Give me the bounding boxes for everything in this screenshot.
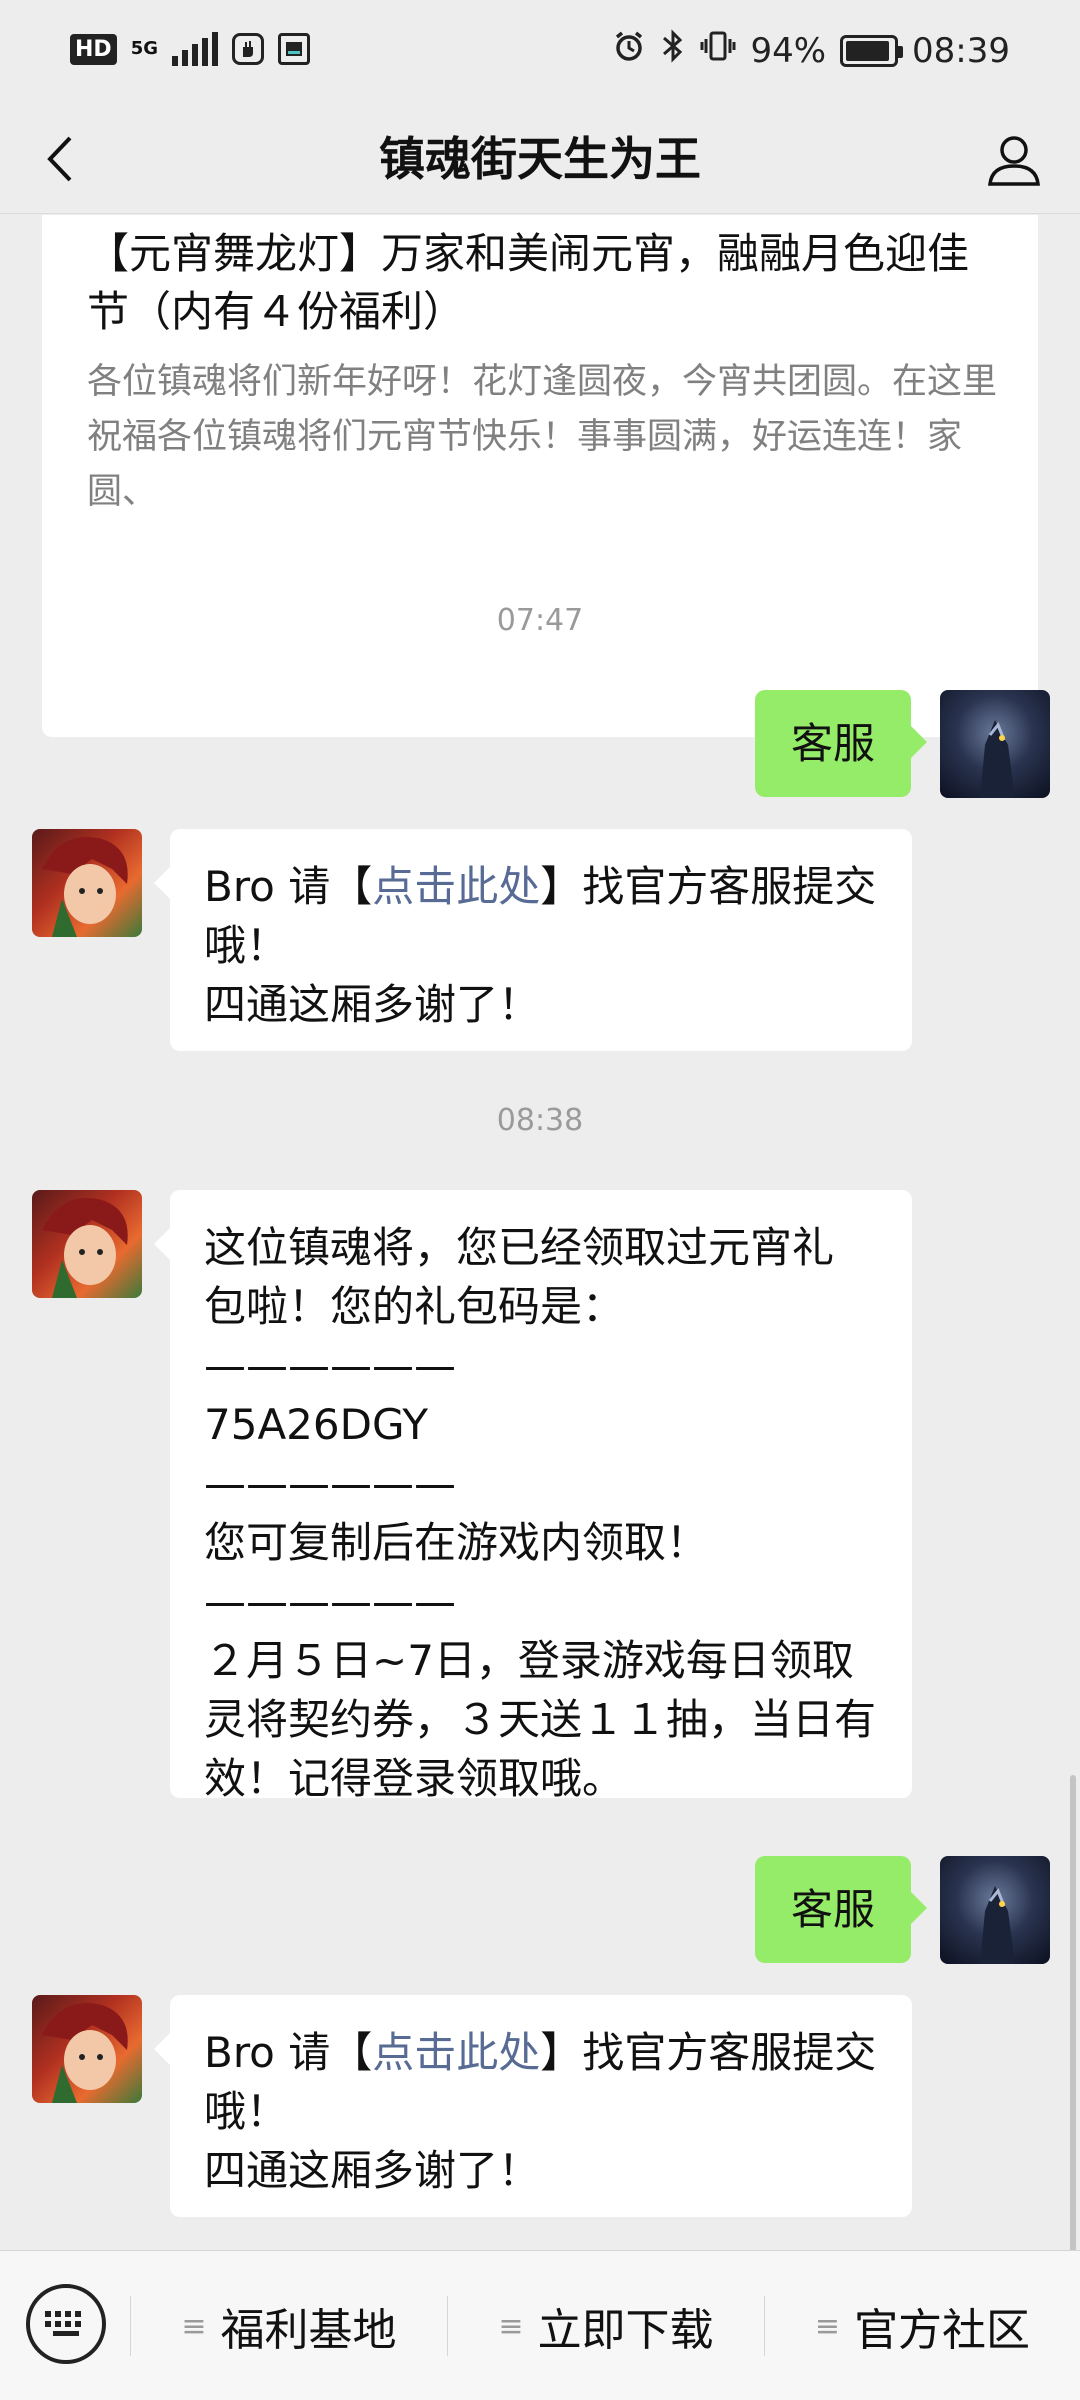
bot-avatar-art: [42, 837, 128, 937]
menu-list-icon: ≡: [498, 2308, 524, 2344]
menu-list-icon: ≡: [181, 2308, 207, 2344]
battery-percent: 94%: [750, 30, 827, 71]
status-bar: HD 5G 94% 08:39: [0, 0, 1080, 104]
article-digest: 各位镇魂将们新年好呀！花灯逢圆夜，今宵共团圆。在这里祝福各位镇魂将们元宵节快乐！…: [87, 362, 998, 512]
title-bar: 镇魂街天生为王: [0, 104, 1080, 214]
status-left: HD 5G: [70, 32, 310, 66]
msg-divider-line: ——————: [204, 1459, 456, 1508]
page-title: 镇魂街天生为王: [379, 132, 701, 186]
hand-icon: [232, 33, 264, 65]
official-account-avatar[interactable]: [32, 829, 142, 937]
menu-item-community[interactable]: ≡ 官方社区: [765, 2251, 1080, 2400]
timestamp: 08:38: [496, 1103, 584, 1138]
msg-line: 效！记得登录领取哦。: [204, 1754, 625, 1803]
article-card[interactable]: 【元宵舞龙灯】万家和美闹元宵，融融月色迎佳节（内有４份福利） 各位镇魂将们新年好…: [42, 215, 1038, 737]
menu-item-welfare[interactable]: ≡ 福利基地: [131, 2251, 447, 2400]
msg-text: 四通这厢多谢了！: [204, 980, 541, 1029]
msg-divider-line: ——————: [204, 1341, 456, 1390]
msg-divider-line: ——————: [204, 1577, 456, 1626]
vibrate-icon: [700, 28, 736, 73]
article-title: 【元宵舞龙灯】万家和美闹元宵，融融月色迎佳节（内有４份福利）: [87, 229, 970, 336]
menu-list-icon: ≡: [814, 2308, 841, 2344]
battery-icon: [840, 34, 904, 67]
official-account-avatar[interactable]: [32, 1995, 142, 2103]
customer-service-link[interactable]: 点击此处: [372, 2028, 540, 2077]
hd-badge: HD: [70, 33, 117, 65]
menu-item-label: 福利基地: [220, 2305, 397, 2356]
alarm-icon: [612, 29, 646, 72]
my-avatar[interactable]: [940, 1856, 1050, 1964]
msg-line: 灵将契约券，３天送１１抽，当日有: [204, 1695, 877, 1744]
menu-item-label: 官方社区: [854, 2305, 1031, 2356]
msg-line: 您可复制后在游戏内领取！: [204, 1518, 709, 1567]
bot-message-bubble[interactable]: Bro 请【点击此处】找官方客服提交哦！ 四通这厢多谢了！: [154, 829, 912, 1051]
timestamp: 07:47: [496, 603, 584, 638]
bottom-menu-bar: ≡ 福利基地 ≡ 立即下载 ≡ 官方社区: [0, 2250, 1080, 2400]
msg-line: 这位镇魂将，您已经领取过元宵礼: [204, 1223, 835, 1272]
my-avatar-art: [980, 720, 1015, 798]
profile-button[interactable]: [976, 122, 1052, 198]
person-icon: [988, 136, 1040, 186]
customer-service-link[interactable]: 点击此处: [372, 862, 540, 911]
my-message-bubble[interactable]: 客服: [755, 690, 927, 797]
msg-line: 包啦！您的礼包码是：: [204, 1282, 625, 1331]
signal-icon: [172, 32, 218, 66]
my-avatar-art: [980, 1886, 1015, 1964]
msg-text: Bro 请【: [204, 2028, 373, 2077]
app-notification-icon: [278, 33, 310, 65]
network-type: 5G: [130, 38, 158, 59]
msg-text: Bro 请【: [204, 862, 373, 911]
msg-text: 四通这厢多谢了！: [204, 2146, 541, 2195]
status-right: 94% 08:39: [612, 28, 1010, 73]
bot-avatar-art: [42, 1198, 128, 1298]
gift-code[interactable]: 75A26DGY: [204, 1395, 878, 1454]
my-avatar[interactable]: [940, 690, 1050, 798]
my-message-bubble[interactable]: 客服: [755, 1856, 927, 1963]
scrollbar[interactable]: [1070, 1775, 1076, 2255]
chat-area[interactable]: 【元宵舞龙灯】万家和美闹元宵，融融月色迎佳节（内有４份福利） 各位镇魂将们新年好…: [0, 215, 1080, 2250]
bot-message-bubble[interactable]: 这位镇魂将，您已经领取过元宵礼 包啦！您的礼包码是： —————— 75A26D…: [154, 1190, 912, 1803]
keyboard-toggle-button[interactable]: [26, 2284, 106, 2364]
clock: 08:39: [912, 30, 1010, 71]
menu-item-label: 立即下载: [537, 2305, 714, 2356]
bot-message-bubble[interactable]: Bro 请【点击此处】找官方客服提交哦！ 四通这厢多谢了！: [154, 1995, 912, 2217]
bot-avatar-art: [42, 2003, 128, 2103]
msg-line: ２月５日~7日，登录游戏每日领取: [204, 1636, 854, 1685]
keyboard-icon: [45, 2311, 81, 2336]
official-account-avatar[interactable]: [32, 1190, 142, 1298]
bluetooth-icon: [660, 28, 686, 73]
battery-fill: [846, 40, 890, 61]
menu-item-download[interactable]: ≡ 立即下载: [448, 2251, 764, 2400]
